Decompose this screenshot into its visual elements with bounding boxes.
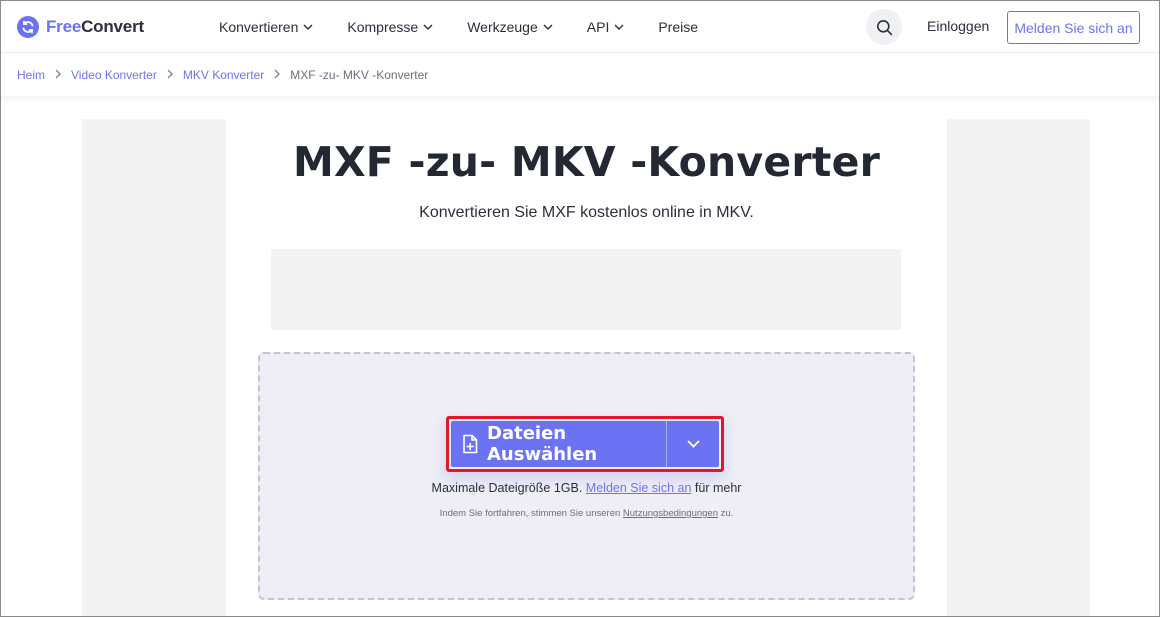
nav-konvertieren[interactable]: Konvertieren (219, 19, 313, 35)
max-size-note: Maximale Dateigröße 1GB. Melden Sie sich… (258, 481, 915, 495)
breadcrumb-mkv-konverter[interactable]: MKV Konverter (183, 68, 264, 82)
breadcrumb-current: MXF -zu- MKV -Konverter (290, 68, 429, 82)
nav-label: API (586, 19, 610, 35)
upload-dropzone[interactable] (258, 352, 915, 600)
top-header: FreeConvert Konvertieren Kompresse Werkz… (1, 1, 1159, 53)
file-plus-icon (461, 434, 479, 454)
terms-suffix: zu. (720, 508, 734, 519)
browser-frame: FreeConvert Konvertieren Kompresse Werkz… (0, 0, 1160, 617)
main-nav: Konvertieren Kompresse Werkzeuge API Pre… (219, 1, 698, 53)
chevron-right-icon (274, 68, 281, 82)
chevron-down-icon (687, 440, 699, 448)
nav-label: Konvertieren (219, 19, 299, 35)
nav-api[interactable]: API (587, 19, 625, 35)
choose-files-label: Dateien Auswählen (487, 423, 598, 465)
chevron-down-icon (303, 24, 313, 30)
signup-button[interactable]: Melden Sie sich an (1007, 11, 1140, 44)
upload-source-dropdown[interactable] (667, 421, 719, 467)
refresh-icon (17, 16, 39, 38)
breadcrumb-video-konverter[interactable]: Video Konverter (71, 68, 157, 82)
terms-link[interactable]: Nutzungsbedingungen (623, 508, 718, 519)
nav-label: Kompresse (347, 19, 419, 35)
nav-label: Werkzeuge (467, 19, 538, 35)
ad-placeholder (271, 249, 901, 330)
login-link[interactable]: Einloggen (927, 18, 989, 34)
terms-note: Indem Sie fortfahren, stimmen Sie unsere… (258, 508, 915, 519)
chevron-down-icon (614, 24, 624, 30)
choose-files-main[interactable]: Dateien Auswählen (451, 421, 666, 467)
page-subtitle: Konvertieren Sie MXF kostenlos online in… (419, 204, 754, 221)
header-shadow (1, 96, 1159, 104)
max-size-signup-link[interactable]: Melden Sie sich an (586, 481, 692, 495)
nav-label: Preise (658, 19, 699, 35)
right-ad-panel (947, 119, 1090, 616)
logo-text: FreeConvert (46, 17, 144, 36)
logo[interactable]: FreeConvert (17, 15, 144, 39)
choose-files-button[interactable]: Dateien Auswählen (451, 421, 719, 467)
search-icon (876, 19, 892, 35)
search-button[interactable] (866, 9, 902, 45)
chevron-down-icon (543, 24, 553, 30)
breadcrumb-heim[interactable]: Heim (17, 68, 45, 82)
left-ad-panel (82, 119, 226, 616)
chevron-right-icon (167, 68, 173, 82)
terms-prefix: Indem Sie fortfahren, stimmen Sie unsere… (439, 508, 621, 519)
chevron-right-icon (55, 68, 61, 82)
breadcrumb: Heim Video Konverter MKV Konverter MXF -… (17, 67, 428, 83)
nav-werkzeuge[interactable]: Werkzeuge (467, 19, 553, 35)
page-title: MXF -zu- MKV -Konverter (292, 138, 881, 186)
upload-button-highlight: Dateien Auswählen (446, 416, 724, 472)
nav-preise[interactable]: Preise (658, 19, 698, 35)
max-size-suffix: für mehr (694, 481, 742, 495)
nav-kompresse[interactable]: Kompresse (347, 19, 433, 35)
chevron-down-icon (423, 24, 433, 30)
max-size-prefix: Maximale Dateigröße 1GB. (431, 481, 583, 495)
